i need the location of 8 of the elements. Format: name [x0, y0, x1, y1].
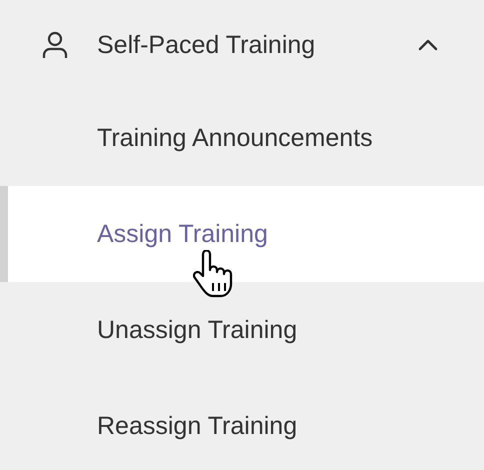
person-icon	[42, 31, 68, 59]
section-title[interactable]: Self-Paced Training	[97, 30, 418, 60]
chevron-up-icon[interactable]	[418, 39, 438, 51]
nav-item[interactable]: Training Announcements	[0, 90, 484, 186]
nav-item[interactable]: Assign Training	[0, 186, 484, 282]
nav-item[interactable]: Reassign Training	[0, 378, 484, 470]
nav-item[interactable]: Unassign Training	[0, 282, 484, 378]
hand-cursor-icon	[193, 250, 235, 300]
